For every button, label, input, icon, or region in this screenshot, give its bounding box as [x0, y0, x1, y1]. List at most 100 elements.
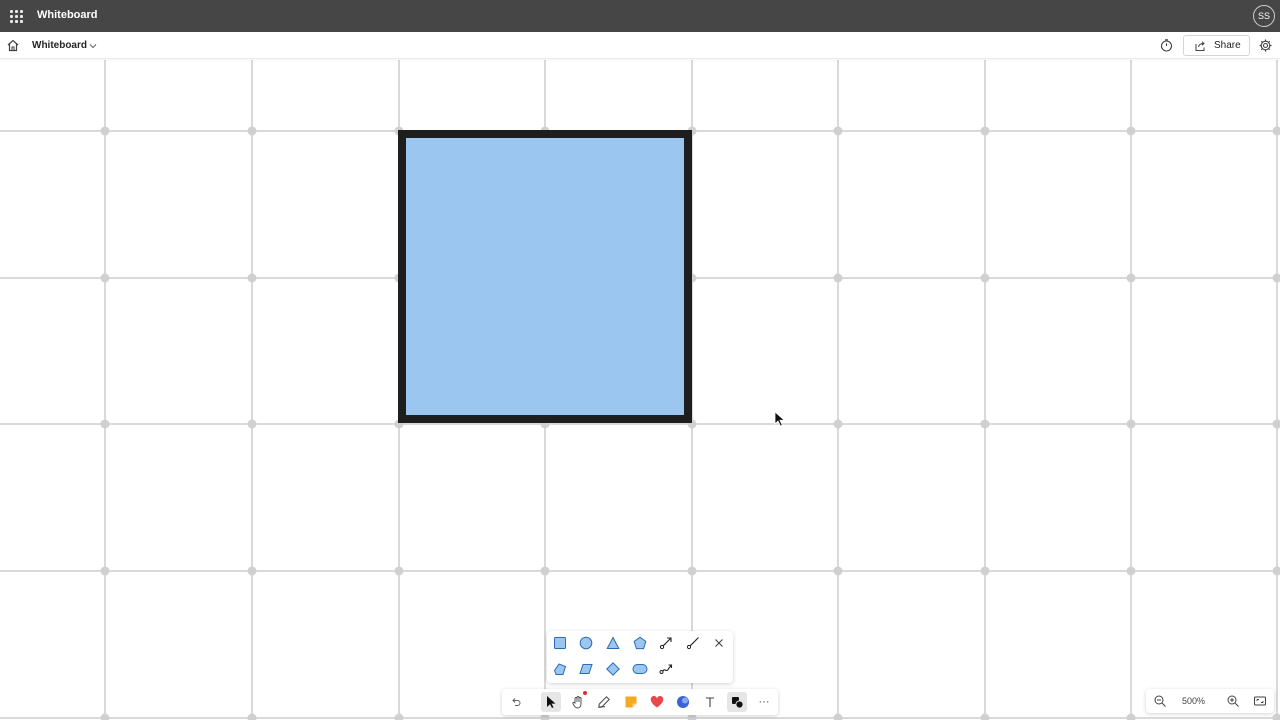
grid-node [100, 713, 110, 720]
grid-node [1126, 126, 1136, 136]
command-bar: Whiteboard Share [0, 32, 1280, 59]
zoom-level[interactable]: 500% [1182, 696, 1205, 706]
grid-node [247, 419, 257, 429]
shapes-panel [547, 631, 733, 683]
user-avatar[interactable]: SS [1253, 5, 1275, 27]
rounded-rectangle-shape-button[interactable] [630, 659, 650, 679]
grid-node [1126, 566, 1136, 576]
zoom-control: 500% [1146, 689, 1274, 713]
grid-node [1126, 273, 1136, 283]
zoom-in-icon[interactable] [1226, 694, 1240, 708]
grid-node [1126, 713, 1136, 720]
pen-icon [598, 696, 610, 708]
triangle-shape-button[interactable] [603, 633, 623, 653]
grid-node [980, 273, 990, 283]
shapes-icon [731, 696, 744, 709]
grid-node [394, 713, 404, 720]
share-button[interactable]: Share [1183, 35, 1250, 56]
grid-node [1272, 419, 1280, 429]
notification-dot [583, 691, 587, 695]
fit-to-screen-icon[interactable] [1253, 694, 1267, 708]
grid-node [247, 126, 257, 136]
grid-node [980, 126, 990, 136]
curved-connector-button[interactable] [656, 659, 676, 679]
parallelogram-shape-button[interactable] [576, 659, 596, 679]
gear-icon[interactable] [1258, 38, 1273, 53]
circle-shape-button[interactable] [576, 633, 596, 653]
app-launcher-icon[interactable] [6, 6, 26, 26]
zoom-out-icon[interactable] [1153, 694, 1167, 708]
arrow-line-icon [659, 637, 672, 650]
line-button[interactable] [683, 633, 703, 653]
pentagon-shape-button[interactable] [630, 633, 650, 653]
grid-node [833, 419, 843, 429]
grid-node [100, 126, 110, 136]
grid-node [247, 713, 257, 720]
shapes-tool-button[interactable] [727, 692, 747, 712]
grid-node [247, 566, 257, 576]
hand-tool-button[interactable] [568, 691, 588, 712]
home-icon[interactable] [5, 38, 21, 53]
undo-button[interactable] [506, 692, 526, 712]
grid-node [833, 566, 843, 576]
grid-node [394, 566, 404, 576]
grid-node [540, 566, 550, 576]
pentagon-icon [633, 636, 647, 650]
grid-node [100, 566, 110, 576]
rounded-rectangle-icon [632, 664, 648, 674]
select-tool-button[interactable] [541, 692, 561, 712]
curved-connector-icon [659, 664, 673, 674]
sticky-note-button[interactable] [621, 692, 641, 712]
grid-node [980, 419, 990, 429]
grid-node [100, 273, 110, 283]
parallelogram-icon [579, 664, 593, 674]
grid-node [833, 713, 843, 720]
sticker-icon [677, 696, 689, 708]
pointer-icon [547, 696, 556, 708]
bottom-toolbar: ··· [502, 689, 778, 715]
share-icon [1195, 41, 1205, 51]
more-options-button[interactable]: ··· [754, 692, 774, 712]
arrow-line-button[interactable] [656, 633, 676, 653]
arrow-shape-button[interactable] [550, 659, 570, 679]
mouse-cursor-icon [774, 411, 786, 427]
text-icon [706, 697, 714, 707]
close-shapes-button[interactable] [709, 633, 729, 653]
square-shape[interactable] [398, 130, 692, 423]
timer-icon[interactable] [1159, 38, 1174, 53]
app-title: Whiteboard [37, 9, 98, 21]
close-icon [715, 639, 723, 647]
grid-node [1272, 713, 1280, 720]
text-tool-button[interactable] [700, 692, 720, 712]
grid-node [100, 419, 110, 429]
grid-node [247, 273, 257, 283]
grid-node [1272, 273, 1280, 283]
hand-icon [572, 696, 582, 709]
reactions-button[interactable] [647, 692, 667, 712]
chevron-down-icon[interactable] [88, 41, 98, 51]
pen-tool-button[interactable] [594, 692, 614, 712]
grid-node [833, 126, 843, 136]
triangle-icon [606, 636, 620, 649]
share-label: Share [1214, 40, 1241, 51]
board-title[interactable]: Whiteboard [32, 40, 87, 51]
app-bar: Whiteboard SS [0, 0, 1280, 32]
diamond-icon [606, 662, 620, 676]
sticky-note-icon [625, 696, 637, 708]
square-icon [554, 637, 566, 649]
grid-node [980, 713, 990, 720]
grid-node [687, 566, 697, 576]
more-icon: ··· [758, 696, 770, 708]
arrow-shape-icon [553, 663, 567, 675]
grid-node [1272, 566, 1280, 576]
grid-node [1272, 126, 1280, 136]
whiteboard-canvas[interactable] [0, 60, 1280, 720]
square-shape-button[interactable] [550, 633, 570, 653]
undo-icon [512, 698, 521, 706]
grid-node [1126, 419, 1136, 429]
stickers-button[interactable] [673, 692, 693, 712]
grid-node [833, 273, 843, 283]
diamond-shape-button[interactable] [603, 659, 623, 679]
circle-icon [579, 636, 593, 650]
line-icon [686, 637, 699, 650]
